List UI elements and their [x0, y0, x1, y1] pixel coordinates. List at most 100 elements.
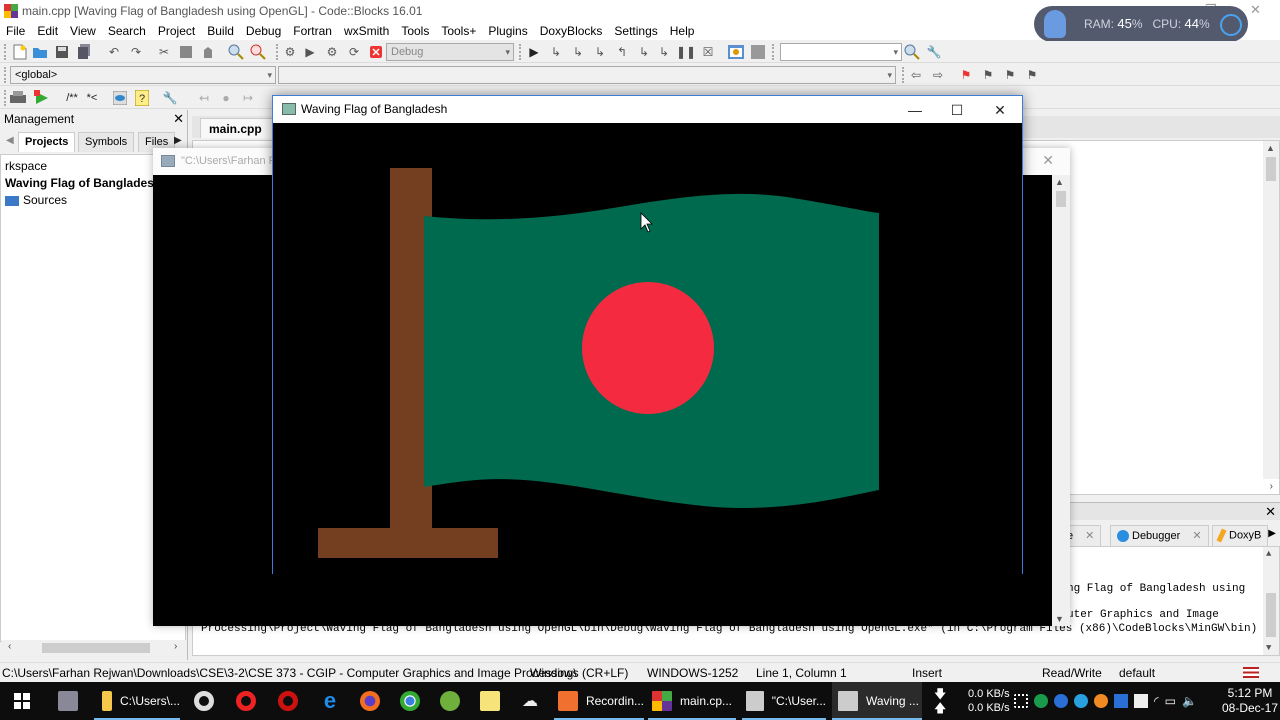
edge-launcher[interactable]: e: [316, 682, 344, 720]
clock[interactable]: 5:12 PM 08-Dec-17: [1222, 682, 1278, 720]
bookmark-toggle-icon[interactable]: ⚑: [958, 67, 974, 83]
toolbar-grip[interactable]: [519, 44, 522, 60]
scrollbar-thumb[interactable]: [1056, 191, 1066, 207]
vertical-scrollbar[interactable]: ▲ ▼: [1052, 175, 1070, 626]
close-icon[interactable]: ✕: [173, 111, 184, 127]
line-comment-button[interactable]: *<: [84, 90, 100, 106]
scroll-left-icon[interactable]: ‹: [8, 641, 11, 652]
jump-home-icon[interactable]: ●: [218, 90, 234, 106]
doxywizard-icon[interactable]: [10, 90, 26, 106]
close-icon[interactable]: ✕: [1085, 530, 1094, 542]
doxy-help-icon[interactable]: ?: [134, 90, 150, 106]
menu-project[interactable]: Project: [156, 24, 201, 38]
bookmark-clear-icon[interactable]: ⚑: [1024, 67, 1040, 83]
scroll-up-icon[interactable]: ▲: [1055, 177, 1064, 187]
debug-continue-icon[interactable]: ▶: [526, 44, 542, 60]
menu-plugins[interactable]: Plugins: [486, 24, 533, 38]
toolbar-grip[interactable]: [4, 90, 7, 106]
task-view-button[interactable]: [48, 682, 88, 720]
find-icon[interactable]: [228, 44, 244, 60]
scroll-down-icon[interactable]: ▼: [1266, 643, 1271, 653]
scroll-right-icon[interactable]: ›: [1270, 481, 1273, 492]
close-button[interactable]: ✕: [978, 98, 1022, 122]
app-tray-icon[interactable]: [1074, 694, 1088, 708]
wrench-icon[interactable]: 🔧: [926, 44, 942, 60]
tab-scroll-right-icon[interactable]: ▶: [1268, 528, 1276, 539]
build-icon[interactable]: ⚙: [282, 44, 298, 60]
scroll-up-icon[interactable]: ▲: [1266, 549, 1271, 559]
replace-icon[interactable]: [250, 44, 266, 60]
ram-cpu-monitor[interactable]: RAM: 45% CPU: 44%: [1034, 6, 1248, 42]
toolbar-grip[interactable]: [902, 67, 905, 83]
scroll-up-icon[interactable]: ▲: [1266, 143, 1275, 153]
jump-forward-icon[interactable]: ↦: [240, 90, 256, 106]
tab-main-cpp[interactable]: main.cpp: [200, 118, 276, 138]
defender-icon[interactable]: [1134, 694, 1148, 708]
tree-item-workspace[interactable]: rkspace: [5, 159, 47, 173]
copy-icon[interactable]: [178, 44, 194, 60]
scope-select[interactable]: <global> ▾: [10, 66, 276, 84]
toolbar-grip[interactable]: [276, 44, 279, 60]
rebuild-icon[interactable]: ⟳: [346, 44, 362, 60]
redo-icon[interactable]: ↷: [128, 44, 144, 60]
battery-icon[interactable]: ▭: [1165, 694, 1176, 708]
forward-arrow-icon[interactable]: ⇨: [930, 67, 946, 83]
search-combo[interactable]: ▾: [780, 43, 902, 61]
tab-projects[interactable]: Projects: [18, 132, 76, 152]
horizontal-scrollbar[interactable]: ‹ ›: [2, 640, 186, 656]
opera-gx-launcher[interactable]: [190, 682, 218, 720]
menu-fortran[interactable]: Fortran: [291, 24, 338, 38]
minimize-button[interactable]: —: [893, 98, 937, 122]
build-target-select[interactable]: Debug ▾: [386, 43, 514, 61]
app-tray-icon[interactable]: [1094, 694, 1108, 708]
maximize-button[interactable]: ☐: [935, 98, 979, 122]
doxy-prefs-icon[interactable]: 🔧: [162, 90, 178, 106]
abort-icon[interactable]: [368, 44, 384, 60]
debug-windows-icon[interactable]: [728, 44, 744, 60]
ccleaner-icon[interactable]: [1054, 694, 1068, 708]
bookmark-next-icon[interactable]: ⚑: [1002, 67, 1018, 83]
close-icon[interactable]: ✕: [1265, 504, 1276, 520]
opengl-window[interactable]: Waving Flag of Bangladesh — ☐ ✕: [272, 95, 1023, 574]
vertical-scrollbar[interactable]: ▲ ▼: [1263, 547, 1279, 655]
menu-help[interactable]: Help: [668, 24, 701, 38]
step-instruction-icon[interactable]: ↳: [656, 44, 672, 60]
stop-debug-icon[interactable]: ☒: [700, 44, 716, 60]
scrollbar-thumb[interactable]: [1266, 593, 1276, 637]
save-icon[interactable]: [54, 44, 70, 60]
menu-debug[interactable]: Debug: [244, 24, 287, 38]
menu-search[interactable]: Search: [106, 24, 152, 38]
scrollbar-thumb[interactable]: [42, 643, 150, 653]
gauge-icon[interactable]: [1220, 14, 1242, 36]
menu-file[interactable]: File: [4, 24, 31, 38]
menu-tools-plus[interactable]: Tools+: [439, 24, 482, 38]
language-tray-icon[interactable]: [1114, 694, 1128, 708]
undo-icon[interactable]: ↶: [106, 44, 122, 60]
menu-view[interactable]: View: [68, 24, 102, 38]
vertical-scrollbar[interactable]: ▲: [1263, 141, 1279, 479]
next-line-icon[interactable]: ↳: [570, 44, 586, 60]
taskbar-item-recording[interactable]: Recordin...: [554, 682, 644, 720]
close-icon[interactable]: ✕: [1192, 530, 1201, 542]
paste-icon[interactable]: [200, 44, 216, 60]
step-out-icon[interactable]: ↰: [614, 44, 630, 60]
utorrent-launcher[interactable]: [436, 682, 464, 720]
menu-tools[interactable]: Tools: [399, 24, 435, 38]
screen-capture-icon[interactable]: [1014, 694, 1028, 708]
wifi-icon[interactable]: ◜: [1154, 694, 1159, 708]
save-all-icon[interactable]: [76, 44, 92, 60]
search-icon[interactable]: [904, 44, 920, 60]
function-select[interactable]: ▾: [278, 66, 896, 84]
opengl-canvas[interactable]: [273, 123, 1022, 574]
volume-icon[interactable]: 🔈: [1182, 694, 1197, 708]
chrome-launcher[interactable]: [396, 682, 424, 720]
run-icon[interactable]: ▶: [302, 44, 318, 60]
scroll-down-icon[interactable]: ▼: [1055, 614, 1064, 624]
menu-wxsmith[interactable]: wxSmith: [342, 24, 395, 38]
jump-back-icon[interactable]: ↤: [196, 90, 212, 106]
tab-symbols[interactable]: Symbols: [78, 132, 135, 152]
next-instruction-icon[interactable]: ↳: [636, 44, 652, 60]
start-button[interactable]: [0, 682, 44, 720]
tab-scroll-right-icon[interactable]: ▶: [174, 135, 182, 146]
scroll-right-icon[interactable]: ›: [174, 641, 177, 652]
